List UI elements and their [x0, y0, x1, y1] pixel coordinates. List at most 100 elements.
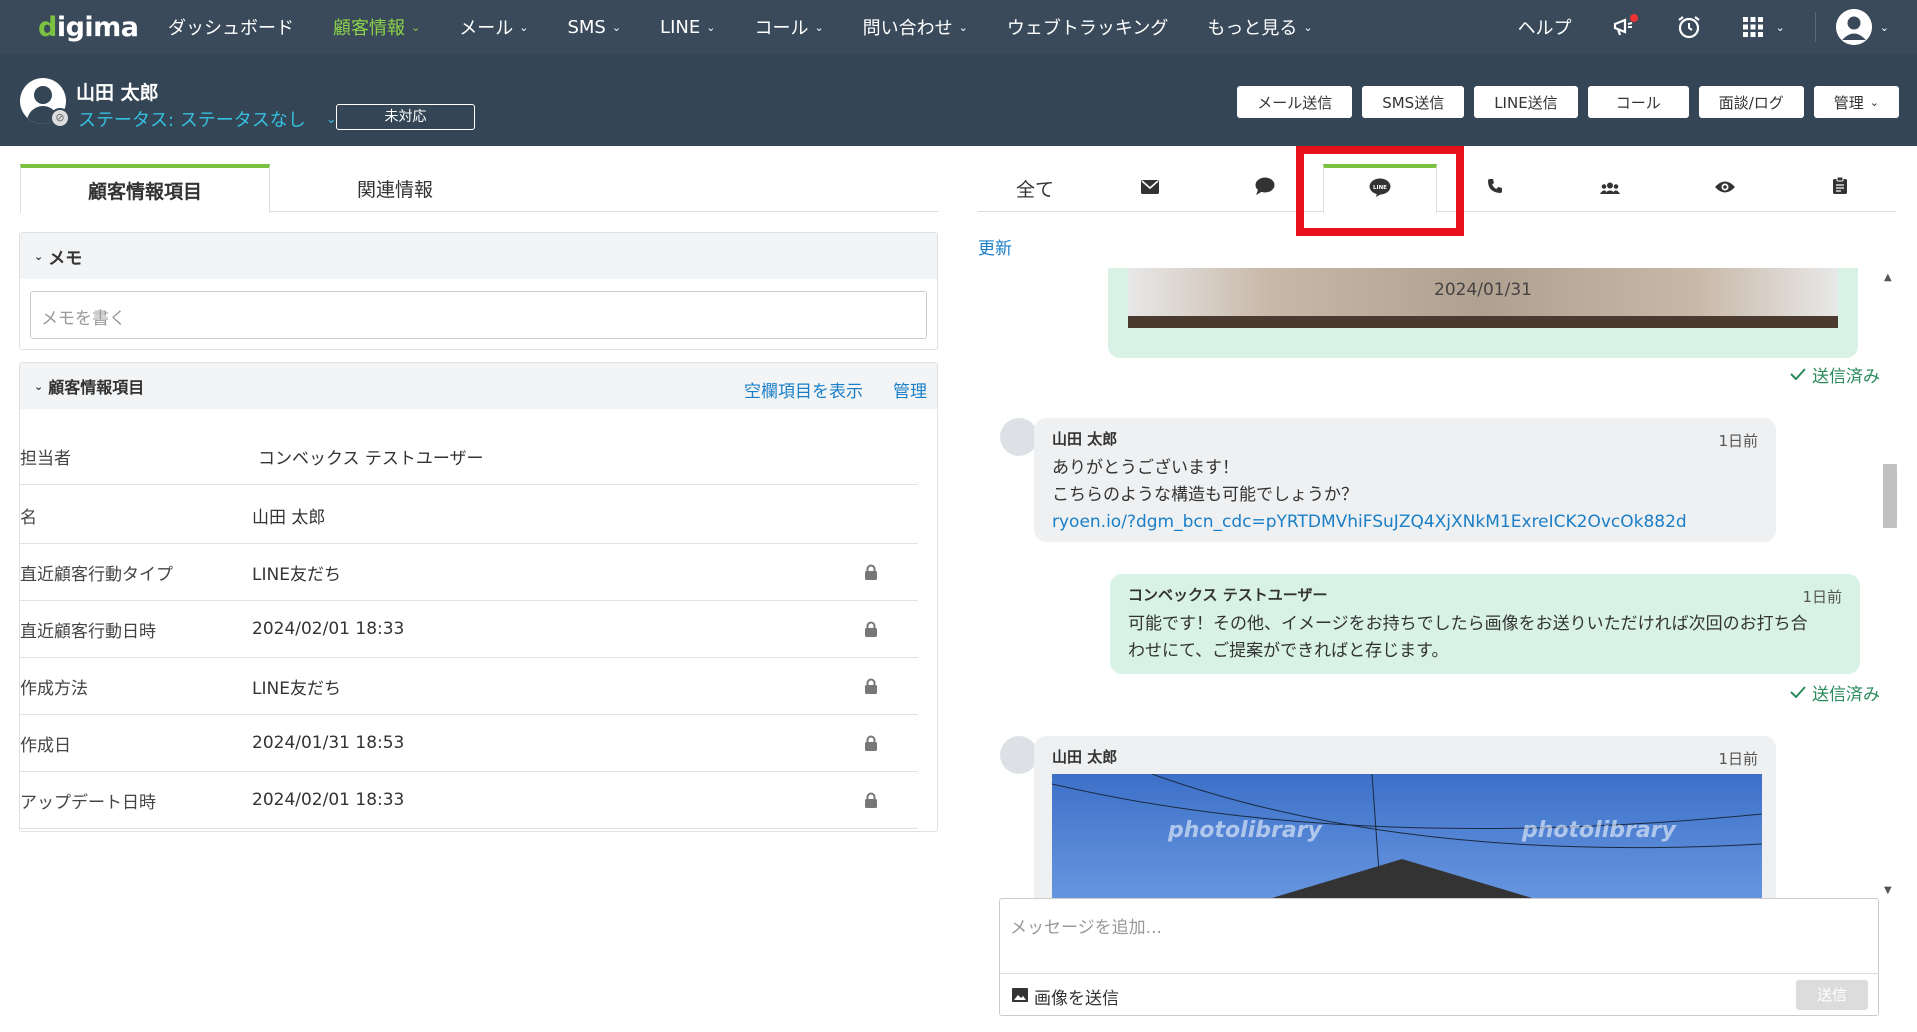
row-label: 担当者: [20, 448, 71, 469]
chevron-down-icon: ⌄: [1869, 95, 1879, 109]
row-value: LINE友だち: [252, 678, 341, 699]
chevron-down-icon[interactable]: ⌄: [1880, 21, 1889, 34]
nav-label: メール: [459, 18, 514, 39]
scroll-thumb[interactable]: [1883, 464, 1897, 528]
notification-dot: [1629, 14, 1638, 22]
info-row-assignee[interactable]: 担当者 コンベックス テストユーザー: [20, 428, 918, 485]
send-image-button[interactable]: 画像を送信: [1012, 984, 1119, 1009]
user-avatar-icon[interactable]: [1835, 9, 1872, 45]
call-button[interactable]: コール: [1587, 86, 1689, 118]
tab-mail[interactable]: [1093, 164, 1207, 212]
received-image[interactable]: photolibrary photolibrary: [1052, 774, 1762, 898]
customer-status-dropdown[interactable]: ステータス: ステータスなし ⌄: [78, 106, 337, 132]
nav-sms[interactable]: SMS ⌄: [567, 17, 621, 38]
lock-icon: [864, 564, 878, 586]
memo-card: ⌄ メモ メモを書く: [19, 232, 938, 350]
nav-label: コール: [754, 18, 809, 39]
send-button[interactable]: 送信: [1796, 980, 1868, 1010]
sent-status: 送信済み: [1790, 362, 1880, 387]
chevron-down-icon: ⌄: [519, 20, 529, 34]
row-value: 2024/01/31 18:53: [252, 733, 405, 753]
nav-line[interactable]: LINE ⌄: [660, 17, 715, 38]
row-label: 作成方法: [20, 678, 88, 699]
scroll-up-arrow-icon[interactable]: ▲: [1884, 272, 1892, 283]
nav-web-tracking[interactable]: ウェブトラッキング: [1007, 14, 1168, 40]
nav-label: 顧客情報: [333, 18, 405, 39]
message-time: 1日前: [1802, 588, 1842, 606]
row-value: LINE友だち: [252, 564, 341, 585]
chevron-down-icon: ⌄: [814, 20, 824, 34]
message-text: 可能です！その他、イメージをお持ちでしたら画像をお送りいただければ次回のお打ち合: [1128, 614, 1808, 634]
nav-divider: [1814, 12, 1816, 42]
send-line-button[interactable]: LINE送信: [1474, 86, 1578, 118]
chevron-down-icon: ⌄: [958, 20, 968, 34]
scroll-down-arrow-icon[interactable]: ▼: [1884, 885, 1892, 896]
megaphone-icon[interactable]: [1612, 14, 1638, 40]
nav-call[interactable]: コール ⌄: [754, 14, 823, 40]
nav-mail[interactable]: メール ⌄: [459, 14, 528, 40]
customer-info-header[interactable]: ⌄ 顧客情報項目 空欄項目を表示 管理: [20, 363, 937, 409]
nav-label: SMS: [567, 16, 606, 38]
message-text: ありがとうございます！: [1052, 458, 1239, 478]
sender-avatar: [1000, 736, 1038, 774]
nav-help[interactable]: ヘルプ: [1518, 14, 1572, 40]
nav-inquiry[interactable]: 問い合わせ ⌄: [863, 14, 968, 40]
send-mail-button[interactable]: メール送信: [1237, 86, 1353, 118]
send-image-label: 画像を送信: [1034, 989, 1119, 1009]
nav-label: ダッシュボード: [168, 18, 294, 39]
checkmark-icon: [1790, 683, 1806, 703]
customer-info-title: 顧客情報項目: [48, 378, 145, 397]
chevron-down-icon: ⌄: [34, 249, 44, 263]
phone-icon: [1487, 177, 1503, 199]
response-status-button[interactable]: 未対応: [336, 104, 475, 130]
sent-image-message: 2024/01/31: [1108, 268, 1858, 358]
message-text: こちらのような構造も可能でしょうか？: [1052, 485, 1358, 505]
chat-timeline[interactable]: 2024/01/31 送信済み 山田 太郎 1日前 ありがとうございます！ こち…: [978, 268, 1884, 898]
message-time: 1日前: [1718, 432, 1758, 450]
info-row-name[interactable]: 名 山田 太郎: [20, 487, 918, 544]
tab-customer-info-items[interactable]: 顧客情報項目: [20, 164, 270, 213]
message-link[interactable]: ryoen.io/?dgm_bcn_cdc=pYRTDMVhiFSuJZQ4Xj…: [1052, 509, 1758, 536]
nav-customer-info[interactable]: 顧客情報 ⌄: [333, 14, 420, 40]
chevron-down-icon[interactable]: ⌄: [1776, 21, 1785, 34]
tab-web-view[interactable]: [1668, 164, 1782, 212]
row-value: 2024/02/01 18:33: [252, 790, 405, 810]
tab-form[interactable]: [1783, 164, 1897, 212]
tab-related-info[interactable]: 関連情報: [270, 164, 520, 212]
info-row-updated-date: アップデート日時 2024/02/01 18:33: [20, 772, 918, 829]
image-watermark: photolibrary: [1522, 818, 1676, 843]
top-navigation: digima ダッシュボード 顧客情報 ⌄ メール ⌄ SMS ⌄ LINE ⌄ コール…: [0, 0, 1917, 54]
nav-more[interactable]: もっと見る ⌄: [1207, 14, 1312, 40]
image-date: 2024/01/31: [1434, 280, 1532, 300]
show-empty-fields-link[interactable]: 空欄項目を表示: [744, 377, 863, 402]
manage-dropdown-button[interactable]: 管理 ⌄: [1813, 86, 1899, 118]
status-text: ステータス: ステータスなし: [78, 110, 306, 131]
sent-image[interactable]: 2024/01/31: [1128, 268, 1838, 328]
manage-link[interactable]: 管理: [893, 377, 927, 402]
digima-logo[interactable]: digima: [38, 12, 148, 43]
info-row-last-action-date: 直近顧客行動日時 2024/02/01 18:33: [20, 601, 918, 658]
row-label: アップデート日時: [20, 792, 156, 813]
meeting-log-button[interactable]: 面談/ログ: [1698, 86, 1804, 118]
apps-grid-icon[interactable]: [1740, 14, 1766, 40]
row-value: 2024/02/01 18:33: [252, 619, 405, 639]
chat-bubble-icon: [1255, 177, 1275, 200]
group-icon: [1600, 177, 1620, 199]
chat-scrollbar[interactable]: ▲ ▼: [1880, 268, 1897, 898]
composer-toolbar: 画像を送信 送信: [1000, 973, 1878, 1015]
send-sms-button[interactable]: SMS送信: [1362, 86, 1465, 118]
memo-header[interactable]: ⌄ メモ: [20, 233, 937, 279]
tab-all[interactable]: 全て: [978, 164, 1092, 212]
nav-dashboard[interactable]: ダッシュボード: [168, 14, 294, 40]
tab-meeting[interactable]: [1553, 164, 1667, 212]
row-label: 直近顧客行動タイプ: [20, 564, 173, 585]
message-input[interactable]: メッセージを追加...: [1010, 913, 1162, 938]
no-status-icon: ⊘: [50, 108, 70, 128]
refresh-link[interactable]: 更新: [978, 234, 1012, 259]
lock-icon: [864, 792, 878, 814]
received-message: 山田 太郎 1日前 ありがとうございます！ こちらのような構造も可能でしょうか？…: [1034, 418, 1776, 542]
sender-name: コンベックス テストユーザー: [1128, 586, 1328, 604]
message-time: 1日前: [1718, 750, 1758, 768]
alarm-clock-icon[interactable]: [1676, 14, 1702, 40]
memo-input[interactable]: メモを書く: [30, 291, 927, 339]
